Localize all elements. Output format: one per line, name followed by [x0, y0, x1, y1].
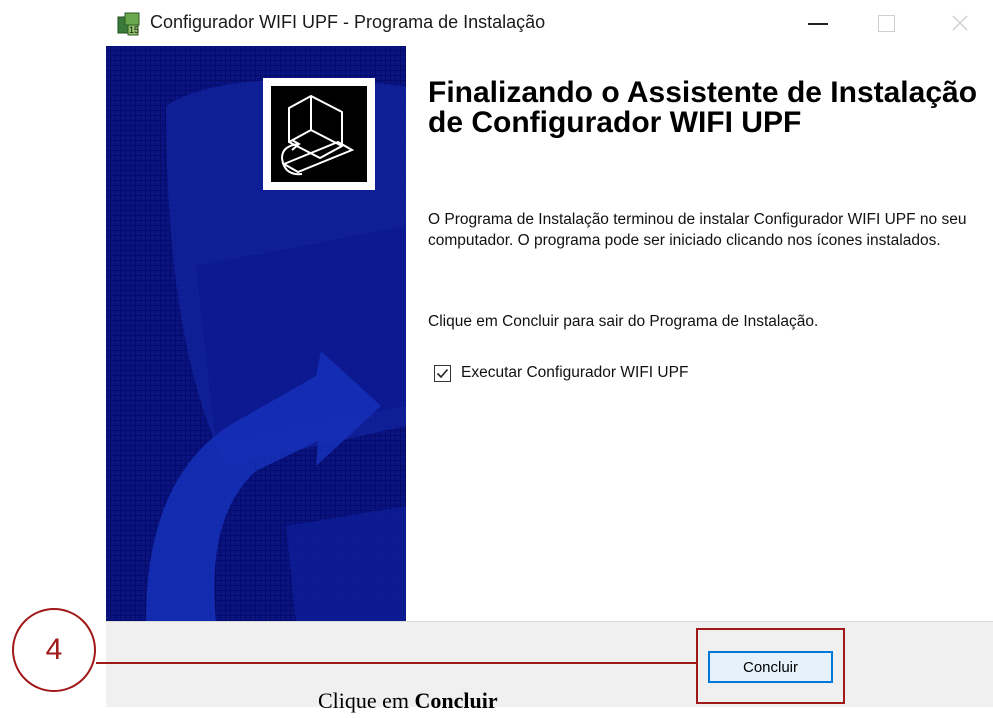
maximize-button[interactable]	[857, 0, 915, 46]
close-button[interactable]	[931, 0, 989, 46]
minimize-button[interactable]	[789, 0, 847, 46]
wizard-heading: Finalizando o Assistente de Instalação d…	[428, 76, 978, 139]
wizard-footer: Concluir	[106, 621, 993, 707]
step-number-badge: 4	[12, 608, 96, 692]
annotation-highlight-box	[696, 628, 845, 704]
annotation-caption: Clique em Concluir	[318, 688, 498, 714]
run-app-checkbox[interactable]	[434, 364, 451, 382]
page: 15 Configurador WIFI UPF - Programa de I…	[0, 0, 993, 718]
caption-prefix: Clique em	[318, 688, 415, 713]
installer-app-icon: 15	[116, 11, 142, 37]
exit-instruction: Clique em Concluir para sair do Programa…	[428, 313, 819, 330]
run-app-checkbox-label: Executar Configurador WIFI UPF	[461, 364, 689, 381]
svg-text:15: 15	[129, 25, 139, 35]
caption-bold-text: Concluir	[414, 688, 498, 713]
close-icon	[952, 15, 968, 31]
maximize-icon	[877, 14, 895, 32]
window-title: Configurador WIFI UPF - Programa de Inst…	[150, 12, 546, 32]
completion-message: O Programa de Instalação terminou de ins…	[428, 211, 967, 249]
run-app-checkbox-row[interactable]: Executar Configurador WIFI UPF	[434, 364, 688, 382]
minimize-icon	[808, 23, 828, 25]
checkmark-icon	[436, 368, 449, 378]
annotation-connector-line	[96, 662, 696, 664]
wizard-banner-image	[106, 46, 406, 621]
title-bar: 15 Configurador WIFI UPF - Programa de I…	[106, 0, 993, 46]
installer-window: 15 Configurador WIFI UPF - Programa de I…	[106, 0, 993, 707]
